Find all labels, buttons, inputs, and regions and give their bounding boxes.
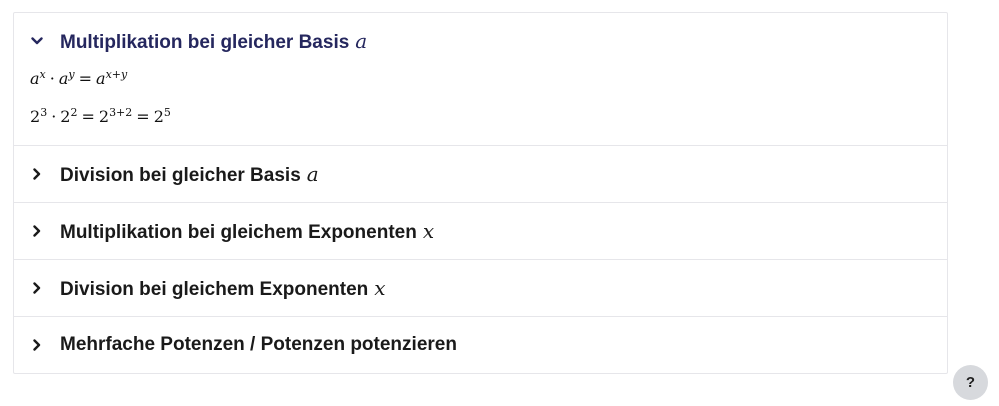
accordion-header[interactable]: Mehrfache Potenzen / Potenzen potenziere… — [14, 317, 947, 373]
math-variable: x — [374, 275, 386, 300]
accordion-item-division-gleiche-basis: Division bei gleicher Basis a — [14, 145, 947, 202]
help-button-label: ? — [965, 374, 976, 391]
accordion-item-mehrfache-potenzen: Mehrfache Potenzen / Potenzen potenziere… — [14, 316, 947, 373]
accordion-content: ax · ay = ax+y 23 · 22 = 23+2 = 25 — [14, 69, 947, 145]
accordion-title: Mehrfache Potenzen / Potenzen potenziere… — [60, 334, 457, 355]
accordion-item-multiplikation-gleicher-exponent: Multiplikation bei gleichem Exponenten x — [14, 202, 947, 259]
chevron-right-icon — [30, 338, 44, 352]
chevron-right-icon — [30, 281, 44, 295]
example-formula: 23 · 22 = 23+2 = 25 — [30, 106, 171, 126]
accordion-header[interactable]: Multiplikation bei gleicher Basis a — [14, 13, 947, 69]
accordion-item-multiplikation-gleiche-basis: Multiplikation bei gleicher Basis a ax · ay… — [14, 13, 947, 145]
chevron-down-icon — [30, 34, 44, 48]
accordion-title: Division bei gleichem Exponenten x — [60, 275, 386, 300]
rules-accordion: Multiplikation bei gleicher Basis a ax · ay… — [13, 12, 948, 374]
math-variable: a — [306, 161, 319, 186]
accordion-header[interactable]: Division bei gleicher Basis a — [14, 146, 947, 202]
help-button[interactable]: ? — [953, 365, 988, 400]
math-variable: a — [355, 28, 368, 53]
accordion-item-division-gleicher-exponent: Division bei gleichem Exponenten x — [14, 259, 947, 316]
math-variable: x — [422, 218, 435, 243]
chevron-right-icon — [30, 224, 44, 238]
accordion-title: Division bei gleicher Basis a — [60, 161, 319, 186]
accordion-title: Multiplikation bei gleicher Basis a — [60, 28, 368, 53]
chevron-right-icon — [30, 167, 44, 181]
general-formula: ax · ay = ax+y — [30, 68, 128, 88]
accordion-header[interactable]: Multiplikation bei gleichem Exponenten x — [14, 203, 947, 259]
accordion-header[interactable]: Division bei gleichem Exponenten x — [14, 260, 947, 316]
accordion-title: Multiplikation bei gleichem Exponenten x — [60, 218, 435, 243]
